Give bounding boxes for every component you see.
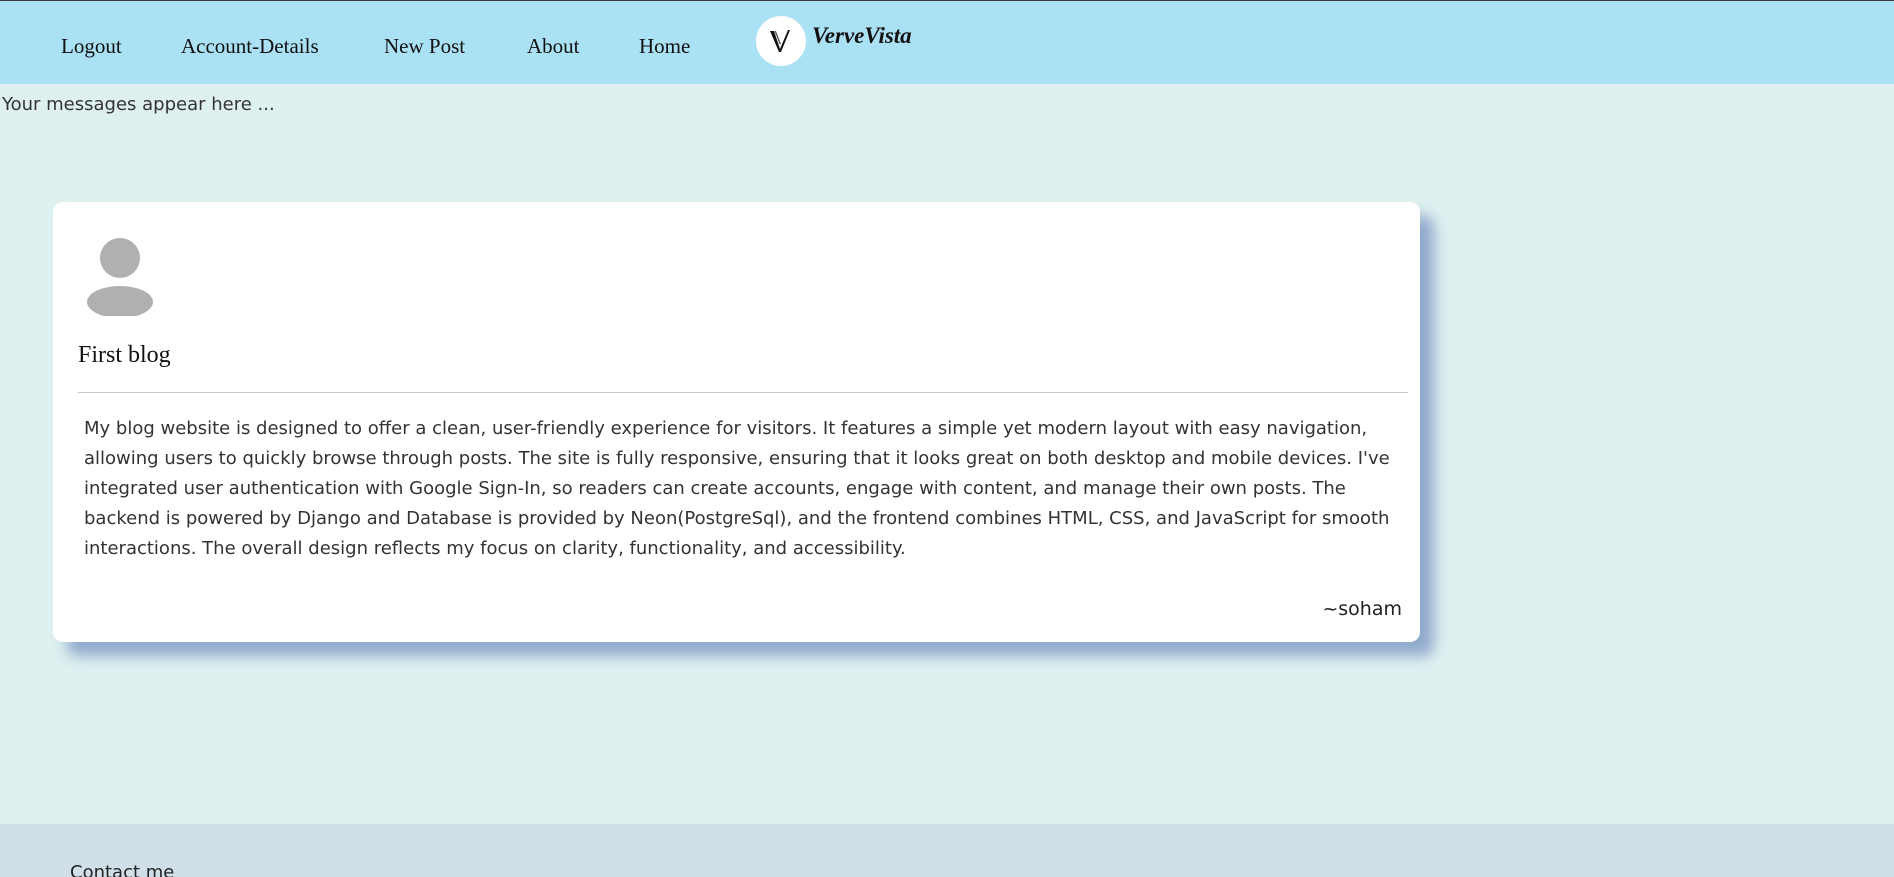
nav-new-post-link[interactable]: New Post [384, 33, 465, 59]
footer: Contact me [0, 824, 1894, 877]
post-divider [78, 392, 1408, 393]
navbar: Logout Account-Details New Post About Ho… [0, 1, 1894, 84]
messages-text: Your messages appear here ... [2, 94, 275, 115]
post-title: First blog [78, 342, 171, 368]
contact-me-link[interactable]: Contact me [70, 862, 174, 877]
nav-about-link[interactable]: About [527, 33, 580, 59]
logo-v-glyph [770, 30, 790, 52]
blog-post-card: First blog My blog website is designed t… [53, 202, 1420, 642]
post-body: My blog website is designed to offer a c… [84, 418, 1390, 559]
user-avatar-icon [87, 238, 153, 316]
nav-home-link[interactable]: Home [639, 33, 690, 59]
post-author: ~soham [1322, 598, 1402, 620]
nav-logout-link[interactable]: Logout [61, 33, 122, 59]
brand-name[interactable]: VerveVista [812, 23, 912, 49]
vervevista-logo-icon[interactable] [756, 16, 806, 66]
nav-account-details-link[interactable]: Account-Details [181, 33, 319, 59]
